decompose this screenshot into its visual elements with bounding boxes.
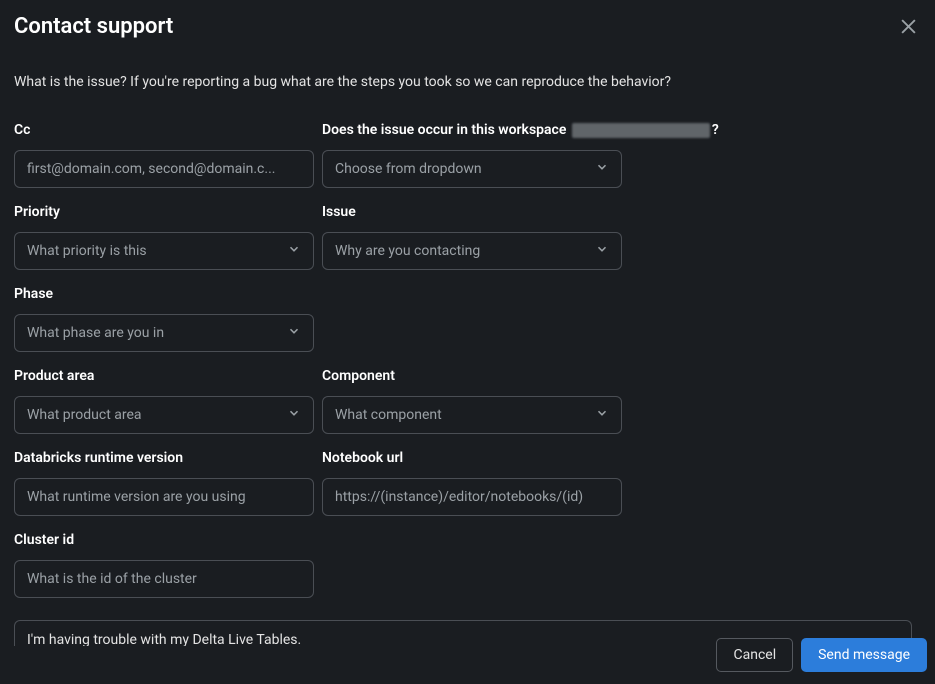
intro-text: What is the issue? If you're reporting a…: [14, 74, 921, 90]
notebook-url-label: Notebook url: [322, 450, 622, 466]
chevron-down-icon: [287, 242, 301, 260]
contact-support-dialog: Contact support What is the issue? If yo…: [0, 0, 935, 684]
component-select-placeholder: What component: [335, 407, 442, 423]
chevron-down-icon: [595, 406, 609, 424]
field-priority: Priority What priority is this: [14, 204, 314, 270]
workspace-label-prefix: Does the issue occur in this workspace: [322, 122, 570, 138]
cluster-id-input[interactable]: [14, 560, 314, 598]
chevron-down-icon: [595, 242, 609, 260]
priority-select[interactable]: What priority is this: [14, 232, 314, 270]
field-runtime: Databricks runtime version: [14, 450, 314, 516]
field-workspace: Does the issue occur in this workspace ?…: [322, 122, 622, 188]
workspace-label: Does the issue occur in this workspace ?: [322, 122, 622, 138]
phase-select[interactable]: What phase are you in: [14, 314, 314, 352]
priority-label: Priority: [14, 204, 314, 220]
chevron-down-icon: [595, 160, 609, 178]
workspace-select-placeholder: Choose from dropdown: [335, 161, 482, 177]
cc-input[interactable]: [14, 150, 314, 188]
close-button[interactable]: [896, 14, 921, 42]
dialog-title: Contact support: [14, 14, 173, 39]
send-message-button[interactable]: Send message: [801, 638, 927, 672]
field-issue: Issue Why are you contacting: [322, 204, 622, 270]
product-area-select-placeholder: What product area: [27, 407, 142, 423]
cc-label: Cc: [14, 122, 314, 138]
field-cluster-id: Cluster id: [14, 532, 314, 598]
workspace-select[interactable]: Choose from dropdown: [322, 150, 622, 188]
issue-label: Issue: [322, 204, 622, 220]
phase-label: Phase: [14, 286, 314, 302]
cluster-id-label: Cluster id: [14, 532, 314, 548]
chevron-down-icon: [287, 324, 301, 342]
phase-select-placeholder: What phase are you in: [27, 325, 164, 341]
issue-select-placeholder: Why are you contacting: [335, 243, 480, 259]
notebook-url-input[interactable]: [322, 478, 622, 516]
dialog-footer: Cancel Send message: [716, 638, 927, 672]
chevron-down-icon: [287, 406, 301, 424]
runtime-input[interactable]: [14, 478, 314, 516]
priority-select-placeholder: What priority is this: [27, 243, 147, 259]
field-phase: Phase What phase are you in: [14, 286, 314, 352]
workspace-name-redacted: [572, 123, 710, 138]
component-label: Component: [322, 368, 622, 384]
issue-select[interactable]: Why are you contacting: [322, 232, 622, 270]
product-area-select[interactable]: What product area: [14, 396, 314, 434]
close-icon: [900, 18, 917, 38]
field-component: Component What component: [322, 368, 622, 434]
runtime-label: Databricks runtime version: [14, 450, 314, 466]
field-product-area: Product area What product area: [14, 368, 314, 434]
form-grid: Cc Does the issue occur in this workspac…: [14, 122, 921, 598]
product-area-label: Product area: [14, 368, 314, 384]
field-cc: Cc: [14, 122, 314, 188]
cancel-button[interactable]: Cancel: [716, 638, 793, 672]
component-select[interactable]: What component: [322, 396, 622, 434]
field-notebook-url: Notebook url: [322, 450, 622, 516]
dialog-header: Contact support: [14, 14, 921, 42]
workspace-label-suffix: ?: [712, 122, 719, 138]
